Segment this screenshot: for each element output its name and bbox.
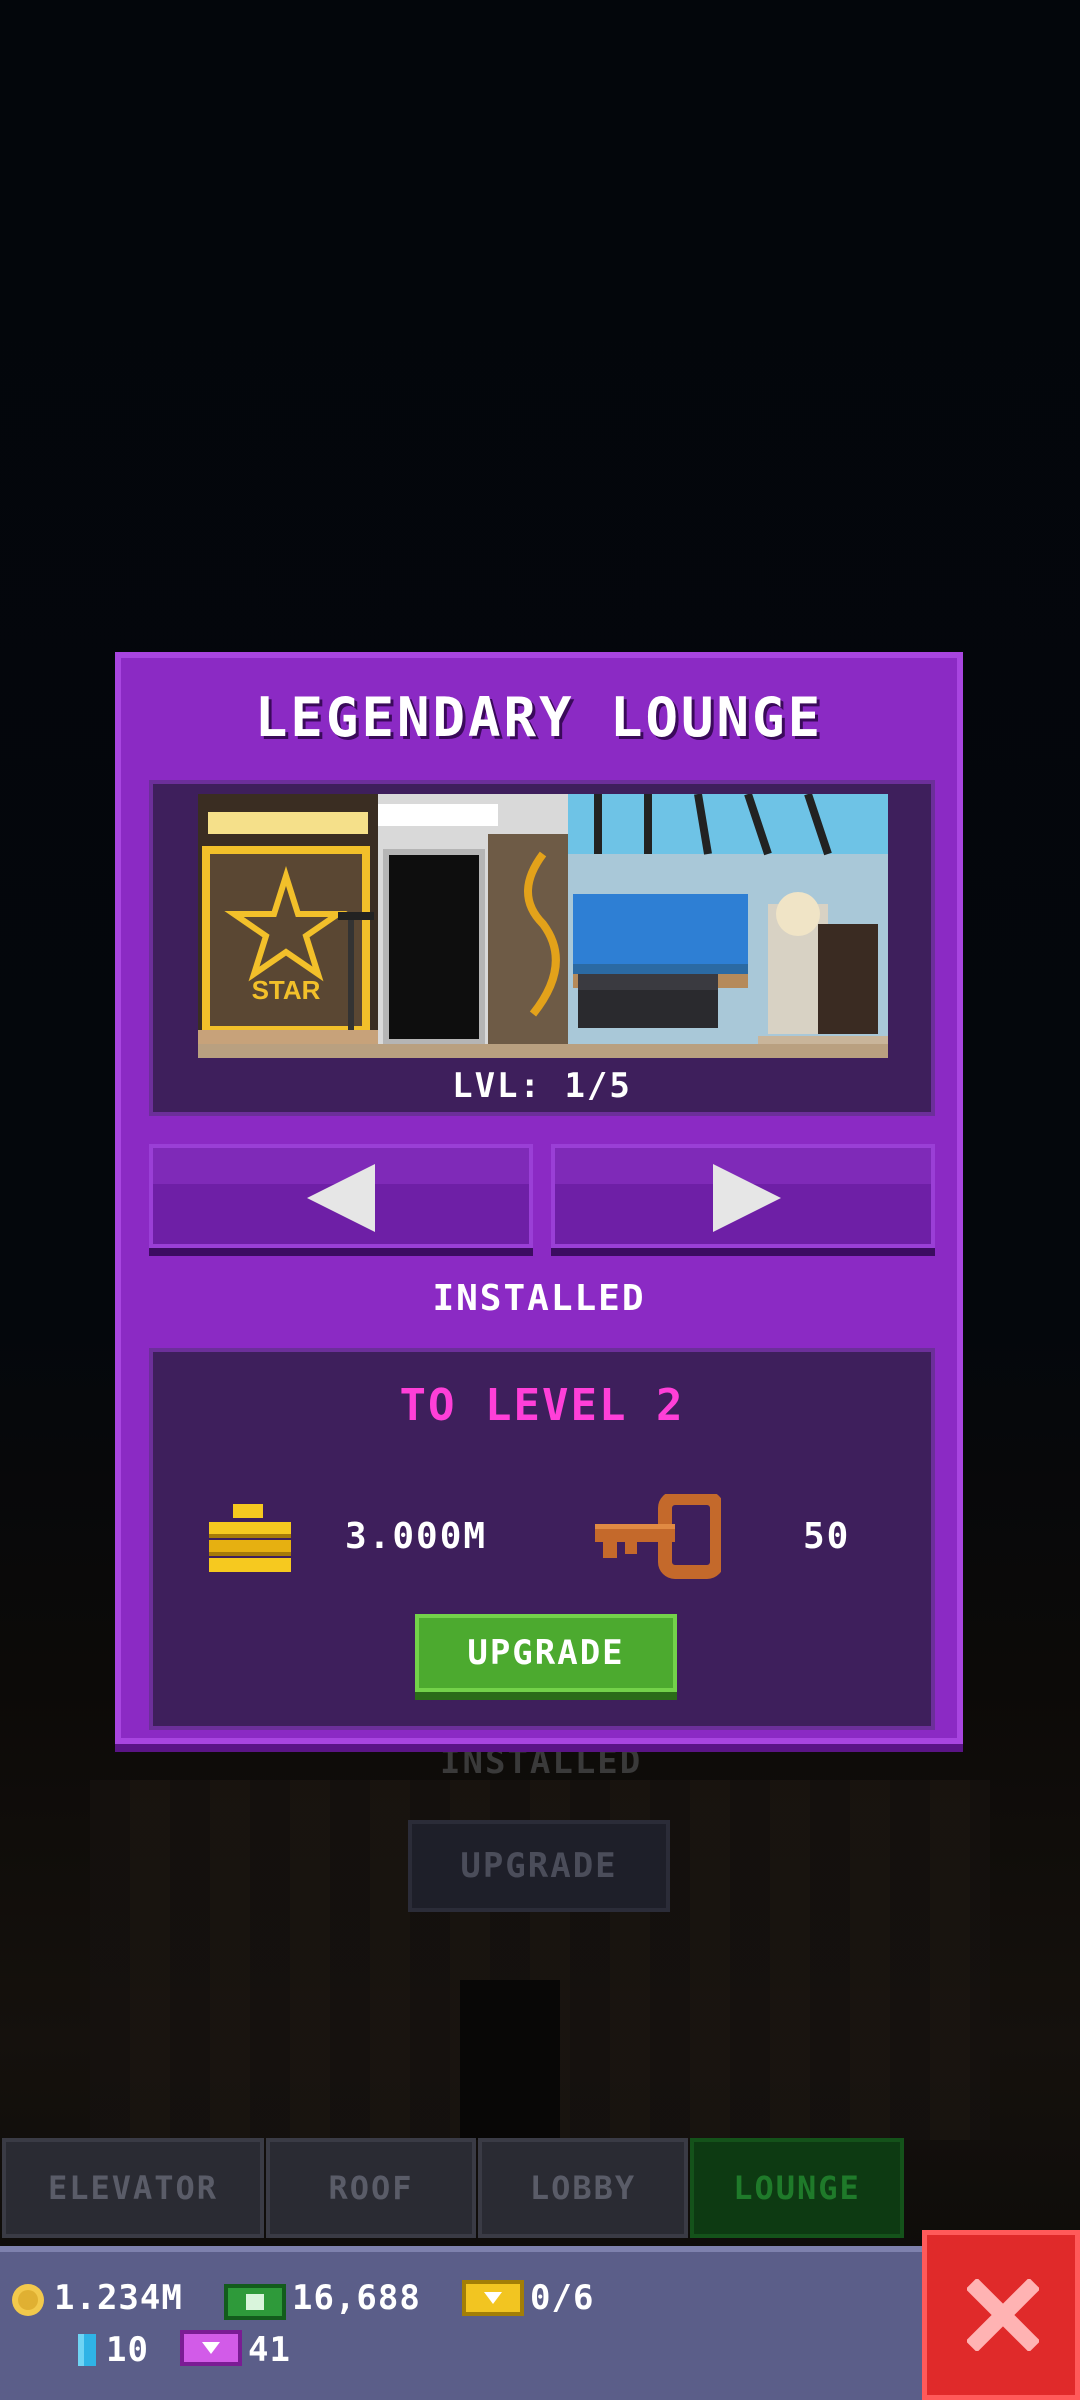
- upgrade-panel: TO LEVEL 2 3.000M 50 UPGRADE: [149, 1348, 935, 1730]
- bux-value: 16,688: [292, 2278, 421, 2318]
- bux-icon: [224, 2284, 286, 2320]
- level-indicator: LVL: 1/5: [452, 1066, 632, 1106]
- installed-status: INSTALLED: [432, 1278, 646, 1319]
- star-sign-text: STAR: [252, 975, 321, 1005]
- vip-ticket-icon: [180, 2330, 242, 2366]
- lounge-illustration: STAR: [198, 794, 888, 1058]
- coins-value: 1.234M: [54, 2278, 183, 2318]
- resource-bar: 1.234M 16,688 0/6 10 41: [0, 2246, 926, 2400]
- background-installed-text: INSTALLED: [440, 1742, 643, 1782]
- next-button[interactable]: [551, 1144, 935, 1248]
- upgrade-heading: TO LEVEL 2: [399, 1380, 685, 1431]
- tab-lobby[interactable]: LOBBY: [478, 2138, 688, 2238]
- close-icon: [967, 2279, 1039, 2351]
- legendary-lounge-modal: LEGENDARY LOUNGE STAR LVL: 1/5 INSTALLED…: [115, 652, 963, 1744]
- modal-title: LEGENDARY LOUNGE: [254, 686, 824, 749]
- gem-icon: [78, 2334, 96, 2366]
- key-cost: 50: [803, 1516, 851, 1557]
- background-upgrade-button: UPGRADE: [408, 1820, 670, 1912]
- room-preview-panel: STAR LVL: 1/5: [149, 780, 935, 1116]
- arrow-left-icon: [307, 1164, 375, 1232]
- ticket-icon: [462, 2280, 524, 2316]
- upgrade-button[interactable]: UPGRADE: [415, 1614, 677, 1692]
- coin-icon: [12, 2284, 44, 2316]
- vip-tickets-value: 41: [248, 2330, 291, 2370]
- tab-elevator[interactable]: ELEVATOR: [2, 2138, 264, 2238]
- previous-button[interactable]: [149, 1144, 533, 1248]
- coin-stack-icon: [209, 1504, 291, 1572]
- tab-lounge[interactable]: LOUNGE: [690, 2138, 904, 2238]
- background-door: [460, 1980, 560, 2140]
- room-preview-image: STAR: [198, 794, 888, 1058]
- tickets-value: 0/6: [530, 2278, 595, 2318]
- arrow-right-icon: [713, 1164, 781, 1232]
- gems-value: 10: [106, 2330, 149, 2370]
- close-button[interactable]: [922, 2230, 1080, 2400]
- coin-cost: 3.000M: [345, 1516, 488, 1557]
- key-icon: [595, 1494, 721, 1579]
- tab-roof[interactable]: ROOF: [266, 2138, 476, 2238]
